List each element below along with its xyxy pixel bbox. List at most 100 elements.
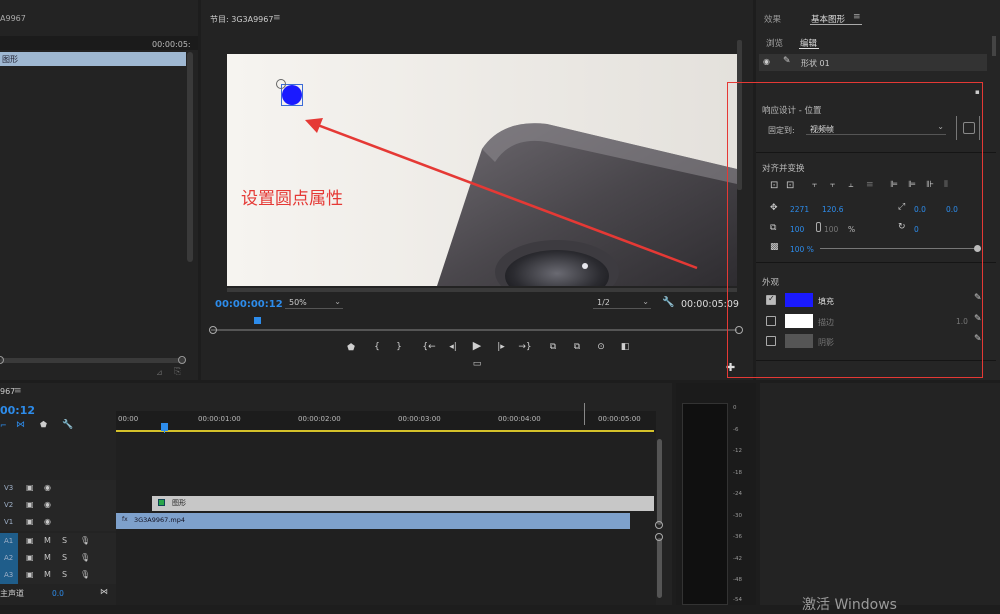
solo-button[interactable]: S [62, 553, 67, 562]
mute-button[interactable]: M [44, 570, 51, 579]
solo-button[interactable]: S [62, 536, 67, 545]
master-end-icon[interactable]: ⋈ [100, 587, 108, 596]
track-v1: V1 ▣ ◉ [0, 514, 116, 531]
current-timecode[interactable]: 00:00:00:12 [215, 299, 283, 310]
resolution-select[interactable]: 1/2 ⌄ [593, 297, 651, 309]
timeline-timecode[interactable]: 00:12 [0, 404, 35, 417]
timeline-panel: 967 ≡ 00:12 ⌐ ⋈ ⬟ 🔧 00:00 00:00:01:00 00… [0, 383, 672, 605]
mini-playhead[interactable] [254, 317, 261, 324]
film-icon[interactable]: ▣ [26, 517, 34, 526]
source-clip-item[interactable]: 图形 [0, 52, 186, 66]
mute-button[interactable]: M [44, 553, 51, 562]
solo-button[interactable]: S [62, 570, 67, 579]
meter-tick-label: -18 [733, 470, 742, 476]
meter-tick-label: -24 [733, 491, 742, 497]
film-icon[interactable]: ▣ [26, 483, 34, 492]
linked-selection-icon[interactable]: ⋈ [16, 420, 25, 430]
mic-icon[interactable]: 🎙 [80, 536, 90, 545]
timeline-vscroll-audio-end[interactable] [655, 533, 663, 541]
mini-track[interactable] [211, 329, 737, 331]
video-clip-label: 3G3A9967.mp4 [134, 516, 185, 524]
zoom-value: 50% [289, 298, 307, 307]
graphic-clip[interactable]: 图形 [152, 496, 654, 511]
highlight-box [727, 82, 983, 378]
snap-icon[interactable]: ⌐ [0, 421, 7, 430]
wrench-icon[interactable]: 🔧 [662, 297, 674, 308]
camera-icon[interactable]: ⊙ [593, 342, 609, 352]
timeline-vscroll-audio[interactable] [657, 538, 662, 598]
ruler-label: 00:00:05:00 [598, 415, 641, 423]
hamburger-icon[interactable]: ≡ [273, 13, 281, 23]
play-icon[interactable]: ▶ [469, 340, 485, 351]
timeline-vscroll-end[interactable] [655, 521, 663, 529]
add-marker-icon[interactable]: ⬟ [343, 343, 359, 353]
comparison-icon[interactable]: ◧ [617, 342, 633, 352]
wrench-icon[interactable]: 🔧 [62, 420, 73, 430]
video-clip[interactable]: fx 3G3A9967.mp4 [116, 513, 630, 529]
insert-icon[interactable]: ⧉ [545, 342, 561, 352]
film-icon[interactable]: ▣ [26, 500, 34, 509]
eye-icon[interactable]: ◉ [44, 500, 51, 509]
tab-essential-graphics-menu-icon[interactable]: ≡ [853, 12, 861, 22]
source-clip-label: 图形 [2, 55, 18, 64]
program-hscroll[interactable] [227, 288, 737, 292]
mute-button[interactable]: M [44, 536, 51, 545]
timeline-playhead-head[interactable] [161, 423, 168, 431]
zoom-select[interactable]: 50% ⌄ [285, 297, 343, 309]
eye-icon[interactable]: ◉ [44, 517, 51, 526]
empty-panel [760, 383, 1000, 605]
chevron-down-icon: ⌄ [334, 297, 341, 306]
timeline-menu-icon[interactable]: ≡ [14, 386, 22, 396]
mini-start-circle[interactable] [209, 326, 217, 334]
ruler-label: 00:00:04:00 [498, 415, 541, 423]
source-scroll-end-circle[interactable] [178, 356, 186, 364]
video-frame[interactable]: 设置圆点属性 [227, 54, 737, 286]
mark-in-icon[interactable]: { [369, 342, 385, 352]
lock-icon[interactable]: ▣ [26, 553, 34, 562]
mic-icon[interactable]: 🎙 [80, 570, 90, 579]
blue-dot-shape[interactable] [282, 85, 302, 105]
timeline-vscroll[interactable] [657, 439, 662, 525]
lock-icon[interactable]: ▣ [26, 536, 34, 545]
eye-icon[interactable]: ◉ [44, 483, 51, 492]
marker-icon[interactable]: ⬟ [40, 420, 47, 429]
meter-tick-label: -54 [733, 597, 742, 603]
layer-row[interactable]: ◉ ✎ 形状 01 [759, 54, 987, 71]
timeline-title: 967 [0, 387, 16, 396]
track-label: V1 [4, 518, 14, 526]
meter-tick-label: -42 [733, 556, 742, 562]
right-scrollbar[interactable] [992, 36, 996, 56]
track-a3: A3 ▣ M S 🎙 [0, 567, 116, 584]
track-a1: A1 ▣ M S 🎙 [0, 533, 116, 550]
meter-tick-label: -36 [733, 534, 742, 540]
source-timecode: 00:00:05: [152, 40, 191, 49]
pen-icon[interactable]: ✎ [783, 56, 791, 66]
source-scroll-track[interactable] [0, 358, 186, 363]
safe-margins-icon[interactable]: ▭ [469, 359, 485, 369]
list-view-icon[interactable]: ⊿ [156, 368, 163, 377]
go-to-out-icon[interactable]: →} [517, 342, 533, 352]
mark-out-icon[interactable]: } [391, 342, 407, 352]
go-to-in-icon[interactable]: {← [421, 342, 437, 352]
master-value[interactable]: 0.0 [52, 589, 64, 598]
step-forward-icon[interactable]: |▸ [493, 342, 509, 352]
anchor-point-icon[interactable] [276, 79, 286, 89]
tab-effects[interactable]: 效果 [764, 13, 781, 25]
mic-icon[interactable]: 🎙 [80, 553, 90, 562]
track-v2: V2 ▣ ◉ [0, 497, 116, 514]
windows-watermark: 激活 Windows [802, 597, 897, 613]
folder-icon[interactable]: ⎘ [174, 367, 181, 377]
track-label: A3 [4, 571, 14, 579]
work-area-bar[interactable] [116, 430, 654, 432]
subtab-browse[interactable]: 浏览 [766, 37, 783, 49]
meter-tick-label: -6 [733, 427, 739, 433]
program-title: 节目: 3G3A9967 [210, 15, 274, 24]
track-label: A1 [4, 537, 14, 545]
step-back-icon[interactable]: ◂| [445, 342, 461, 352]
mini-ruler[interactable] [211, 316, 731, 324]
eye-icon[interactable]: ◉ [763, 57, 770, 66]
overwrite-icon[interactable]: ⧉ [569, 342, 585, 352]
lock-icon[interactable]: ▣ [26, 570, 34, 579]
ruler-label: 00:00:03:00 [398, 415, 441, 423]
source-scrollbar[interactable] [187, 52, 193, 262]
